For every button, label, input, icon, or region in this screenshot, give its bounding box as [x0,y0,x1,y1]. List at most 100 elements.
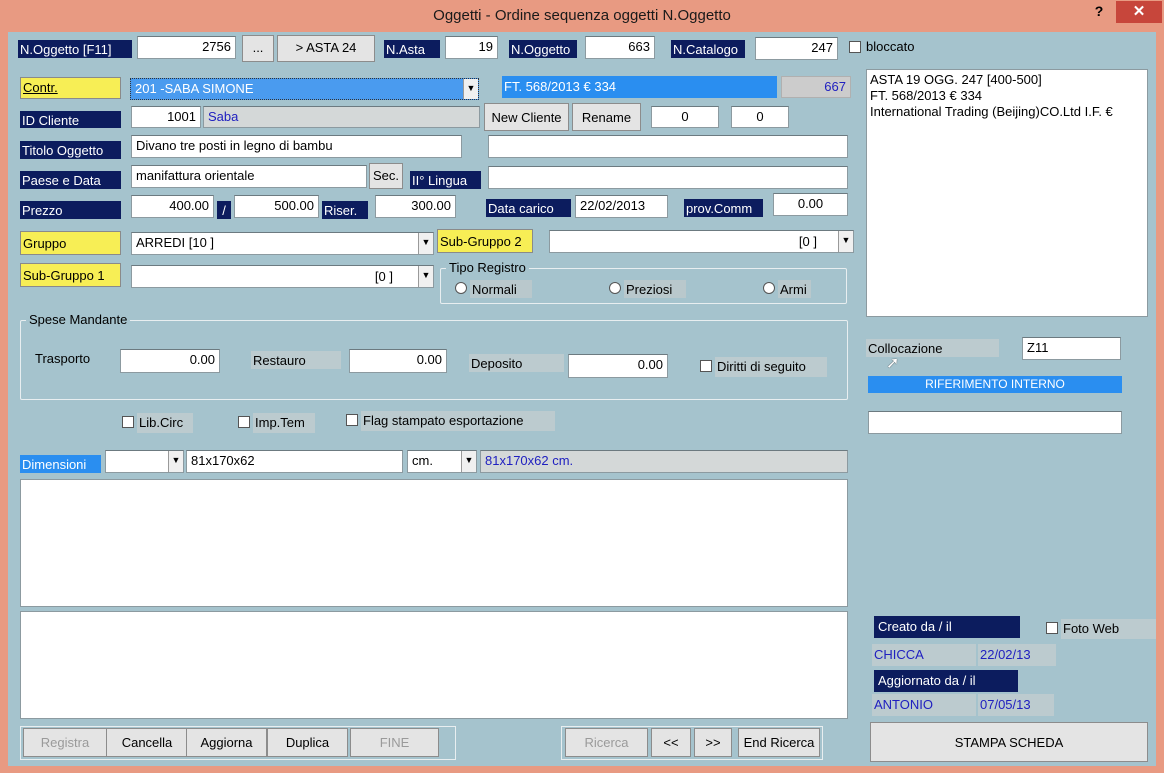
imp-tem-checkbox[interactable] [238,416,250,428]
close-button[interactable]: ✕ [1116,1,1162,23]
notes-textarea[interactable] [20,611,848,719]
gruppo-label[interactable]: Gruppo [20,231,121,255]
riser-label: Riser. [322,201,368,219]
counter-field-2[interactable]: 0 [731,106,789,128]
registra-button[interactable]: Registra [23,728,107,757]
prezzo-min-field[interactable]: 400.00 [131,195,214,218]
id-cliente-field[interactable]: 1001 [131,106,201,128]
deposito-label: Deposito [469,354,564,372]
dimensioni-unit-combo[interactable]: cm. ▼ [407,450,477,473]
contr-label[interactable]: Contr. [20,77,121,99]
contr-value: 201 -SABA SIMONE [135,81,254,96]
n-oggetto-field[interactable]: 2756 [137,36,236,59]
n-oggetto-label: N.Oggetto [F11] [18,40,132,58]
chevron-down-icon[interactable]: ▼ [461,451,476,472]
titolo-field[interactable]: Divano tre posti in legno di bambu [131,135,462,158]
mouse-cursor-icon: ➚ [886,355,900,372]
subgruppo1-label[interactable]: Sub-Gruppo 1 [20,263,121,287]
restauro-field[interactable]: 0.00 [349,349,447,373]
contr-combo[interactable]: 201 -SABA SIMONE ▼ [130,78,479,100]
prezzo-label: Prezzo [20,201,121,219]
diritti-checkbox[interactable] [700,360,712,372]
prov-comm-field[interactable]: 0.00 [773,193,848,216]
lib-circ-label: Lib.Circ [137,413,193,433]
dimensioni-type-combo[interactable]: ▼ [105,450,184,473]
description-textarea[interactable] [20,479,848,607]
riser-field[interactable]: 300.00 [375,195,456,218]
subgruppo1-value: [0 ] [374,269,393,284]
radio-armi[interactable] [763,282,775,294]
collocazione-field[interactable]: Z11 [1022,337,1121,360]
foto-web-checkbox[interactable] [1046,622,1058,634]
chevron-down-icon[interactable]: ▼ [463,79,478,99]
chevron-down-icon[interactable]: ▼ [168,451,183,472]
creato-user: CHICCA [872,644,976,666]
n-catalogo-label: N.Catalogo [671,40,745,58]
lot-notes-line: ASTA 19 OGG. 247 [400-500] [870,72,1042,87]
prezzo-max-field[interactable]: 500.00 [234,195,319,218]
next-button[interactable]: >> [694,728,732,757]
imp-tem-label: Imp.Tem [253,413,315,433]
chevron-down-icon[interactable]: ▼ [838,231,853,252]
rename-button[interactable]: Rename [572,103,641,131]
help-button[interactable]: ? [1090,3,1108,23]
gruppo-value: ARREDI [10 ] [136,235,215,250]
paese-label: Paese e Data [20,171,121,189]
deposito-field[interactable]: 0.00 [568,354,668,378]
n-asta-label: N.Asta [384,40,440,58]
lingua-field[interactable] [488,166,848,189]
riferimento-interno-field[interactable] [868,411,1122,434]
creato-date: 22/02/13 [978,644,1056,666]
lot-notes-textarea[interactable]: ASTA 19 OGG. 247 [400-500] FT. 568/2013 … [866,69,1148,317]
stampa-scheda-button[interactable]: STAMPA SCHEDA [870,722,1148,762]
radio-normali-label: Normali [470,280,532,298]
subgruppo2-label[interactable]: Sub-Gruppo 2 [437,229,533,253]
radio-normali[interactable] [455,282,467,294]
duplica-button[interactable]: Duplica [267,728,348,757]
form-client-area: N.Oggetto [F11] 2756 ... > ASTA 24 N.Ast… [8,32,1156,766]
restauro-label: Restauro [251,351,341,369]
trasporto-field[interactable]: 0.00 [120,349,220,373]
spese-mandante-title: Spese Mandante [26,312,131,327]
prezzo-separator: / [217,201,231,219]
subgruppo1-combo[interactable]: [0 ] ▼ [131,265,434,288]
paese-field[interactable]: manifattura orientale [131,165,367,188]
browse-button[interactable]: ... [242,35,274,62]
ft-banner: FT. 568/2013 € 334 [502,76,777,98]
asta-button[interactable]: > ASTA 24 [277,35,375,62]
subgruppo2-combo[interactable]: [0 ] ▼ [549,230,854,253]
new-cliente-button[interactable]: New Cliente [484,103,569,131]
bloccato-checkbox[interactable] [849,41,861,53]
data-carico-field[interactable]: 22/02/2013 [575,195,668,218]
dimensioni-unit-value: cm. [412,453,433,468]
radio-preziosi-label: Preziosi [624,280,686,298]
previous-button[interactable]: << [651,728,691,757]
dimensioni-preview: 81x170x62 cm. [480,450,848,473]
chevron-down-icon[interactable]: ▼ [418,266,433,287]
radio-preziosi[interactable] [609,282,621,294]
cancella-button[interactable]: Cancella [106,728,188,757]
ricerca-button[interactable]: Ricerca [565,728,648,757]
aggiorna-button[interactable]: Aggiorna [186,728,267,757]
end-ricerca-button[interactable]: End Ricerca [738,728,820,757]
aggiornato-date: 07/05/13 [978,694,1054,716]
lib-circ-checkbox[interactable] [122,416,134,428]
flag-stampato-checkbox[interactable] [346,414,358,426]
counter-field-1[interactable]: 0 [651,106,719,128]
diritti-label: Diritti di seguito [715,357,827,377]
creato-label: Creato da / il [874,616,1020,638]
dimensioni-label: Dimensioni [20,455,101,473]
n-oggetto2-field[interactable]: 663 [585,36,655,59]
fine-button[interactable]: FINE [350,728,439,757]
n-asta-field[interactable]: 19 [445,36,498,59]
sec-button[interactable]: Sec. [369,163,403,189]
dimensioni-field[interactable]: 81x170x62 [186,450,403,473]
chevron-down-icon[interactable]: ▼ [418,233,433,254]
trasporto-label: Trasporto [33,349,113,369]
titolo-second-language-field[interactable] [488,135,848,158]
data-carico-label: Data carico [486,199,571,217]
bloccato-label: bloccato [866,39,915,54]
gruppo-combo[interactable]: ARREDI [10 ] ▼ [131,232,434,255]
ft-number: 667 [781,76,851,98]
n-catalogo-field[interactable]: 247 [755,37,838,60]
